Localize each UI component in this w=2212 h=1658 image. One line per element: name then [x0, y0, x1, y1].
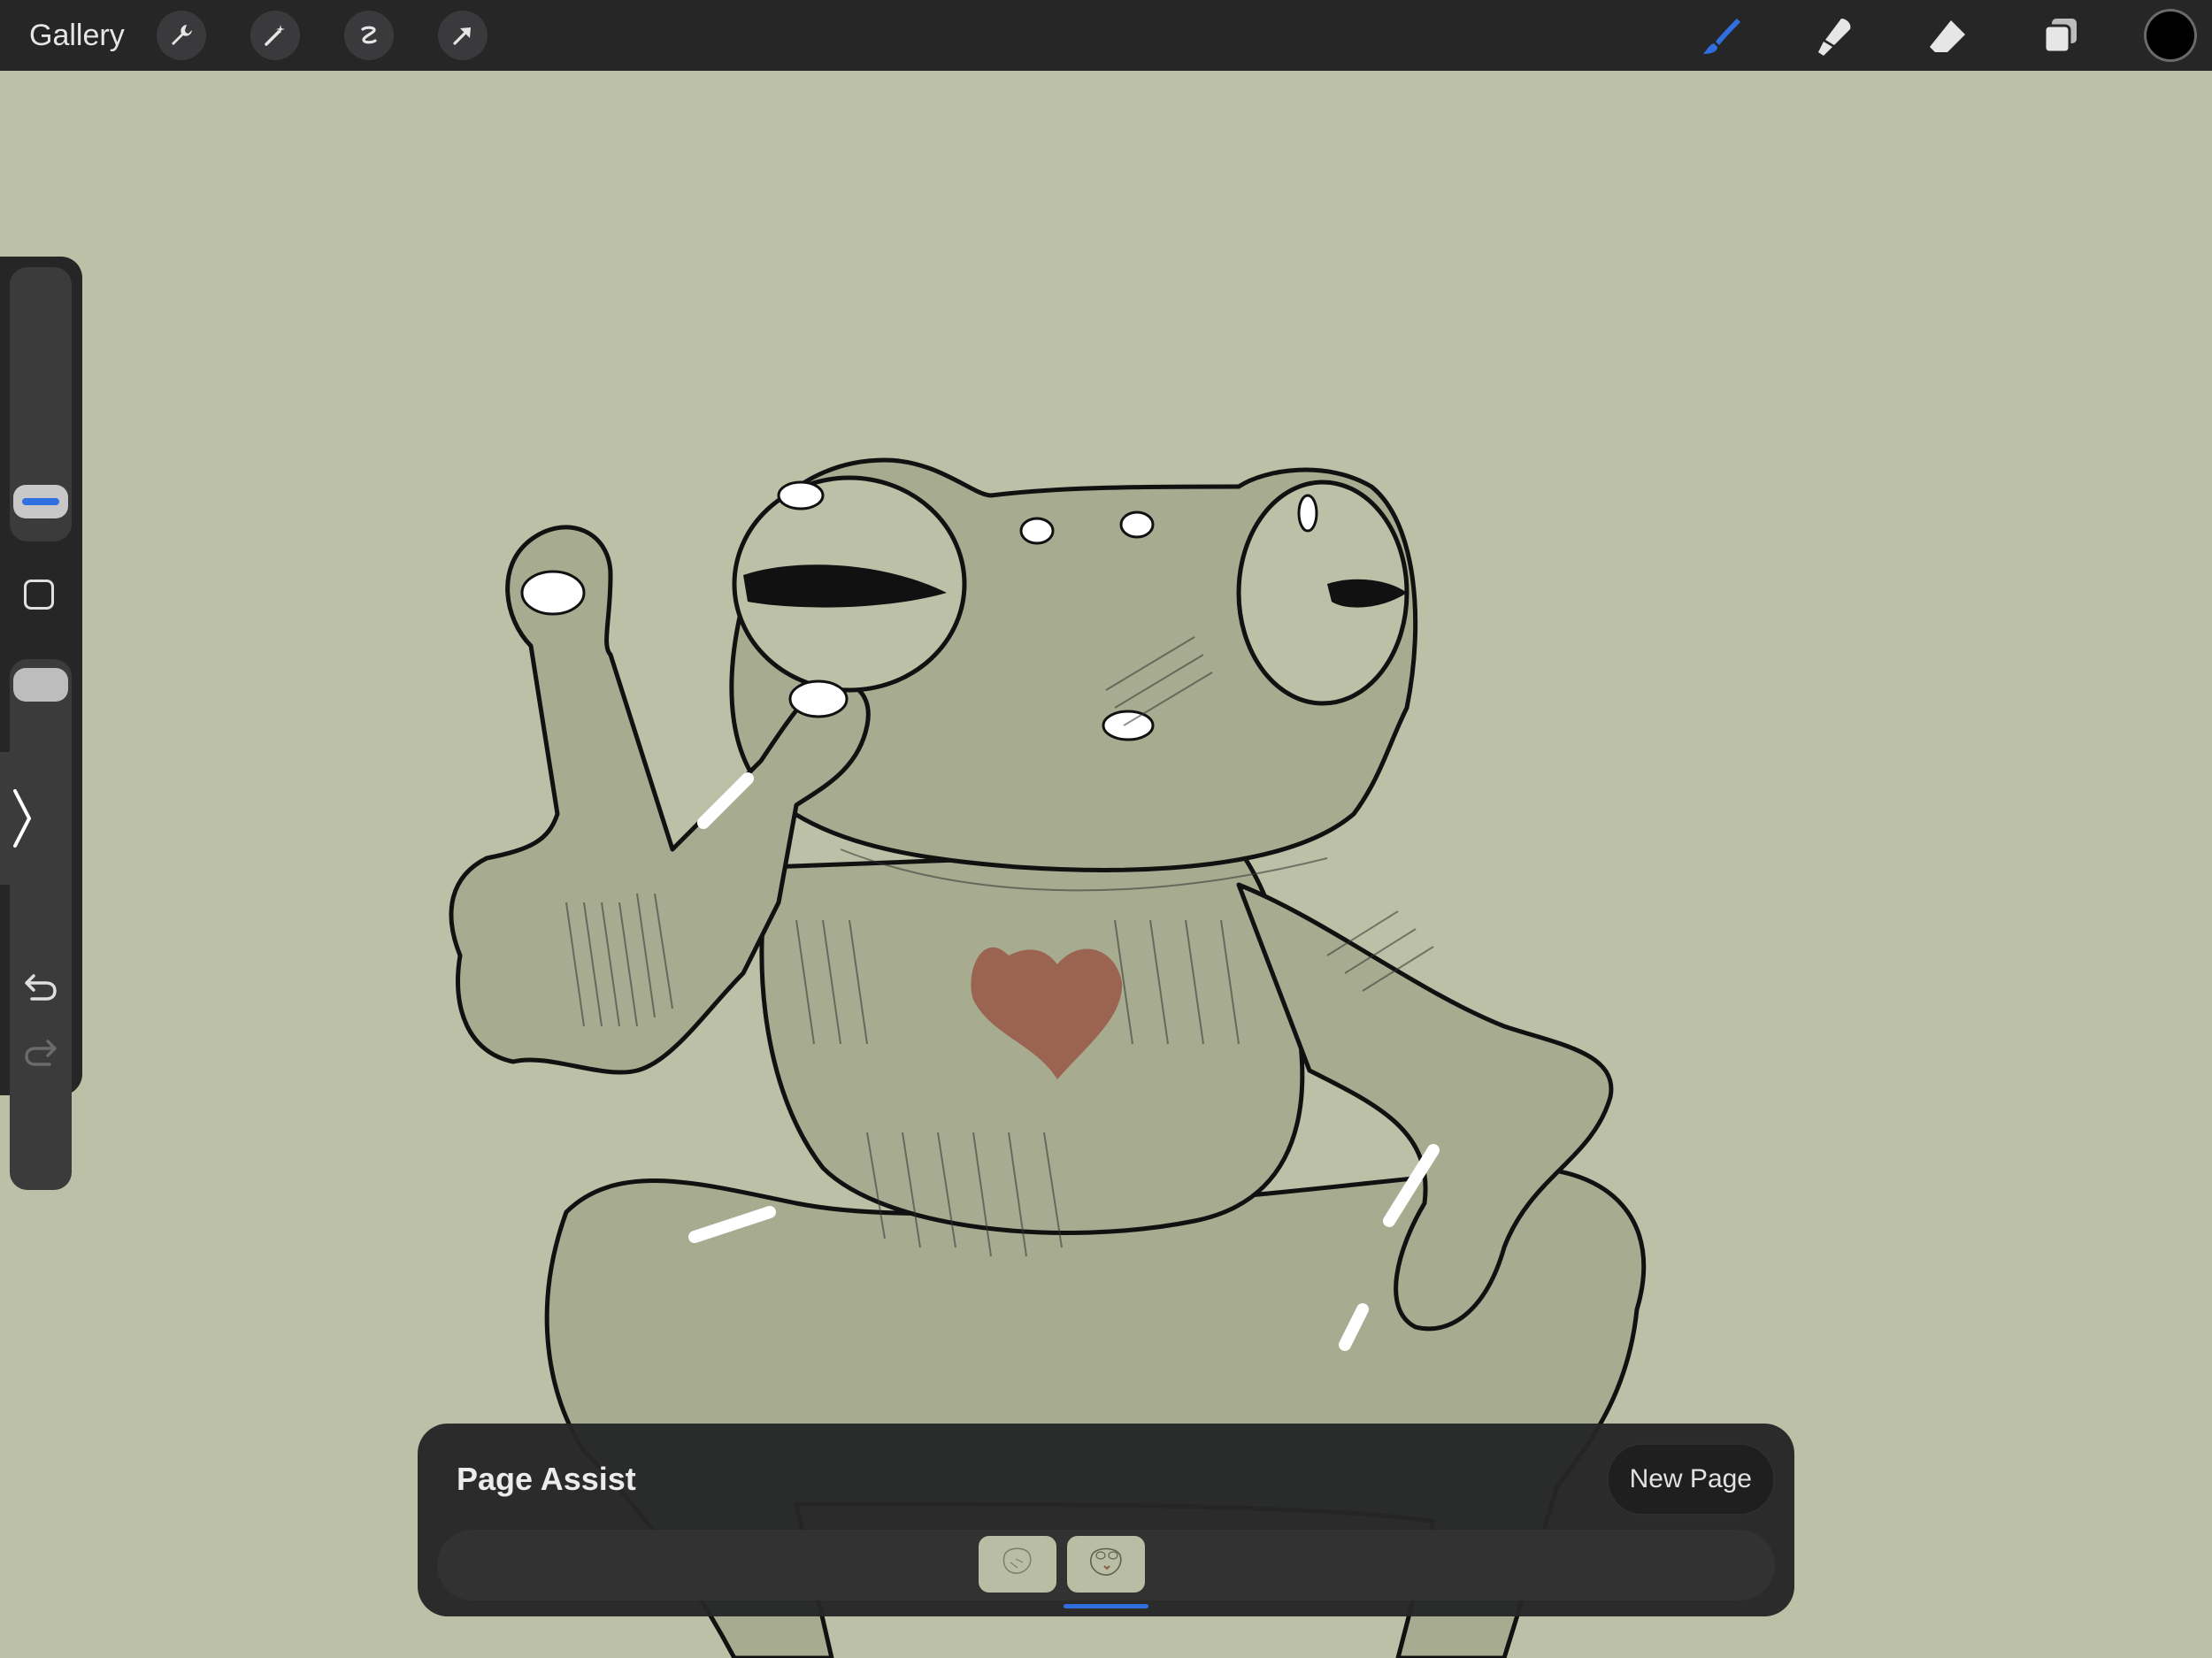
redo-button[interactable] [16, 1028, 65, 1078]
new-page-button[interactable]: New Page [1606, 1443, 1775, 1516]
layers-icon [2043, 19, 2077, 54]
selection-button[interactable] [344, 11, 394, 60]
drawing-canvas[interactable] [0, 71, 2212, 1658]
undo-icon [25, 974, 57, 1001]
brush-tool-button[interactable] [1697, 12, 1745, 60]
page-thumbnail-1[interactable] [979, 1536, 1056, 1593]
opacity-slider[interactable] [10, 659, 72, 1190]
opacity-slider-thumb[interactable] [13, 668, 68, 702]
page-thumbnail-image [1090, 1547, 1122, 1576]
selected-page-indicator [1064, 1604, 1148, 1608]
smudge-tool-button[interactable] [1810, 12, 1858, 60]
brush-size-slider[interactable] [10, 267, 72, 541]
left-sidebar [0, 257, 82, 1190]
undo-button[interactable] [16, 963, 65, 1012]
adjustments-button[interactable] [250, 11, 300, 60]
page-assist-panel: Page Assist New Page [418, 1424, 1794, 1616]
eraser-icon [1930, 20, 1965, 52]
selection-icon [361, 26, 377, 44]
page-thumbnail-2[interactable] [1067, 1536, 1145, 1593]
layers-button[interactable] [2037, 12, 2085, 60]
redo-icon [25, 1040, 57, 1066]
magic-wand-icon [265, 25, 285, 46]
transform-button[interactable] [438, 11, 488, 60]
transform-arrow-icon [453, 27, 471, 45]
color-picker-swatch[interactable] [2147, 12, 2194, 59]
page-assist-title: Page Assist [457, 1461, 636, 1497]
frog-artwork [449, 457, 1647, 1658]
modify-square-icon[interactable] [24, 580, 54, 610]
actions-button[interactable] [157, 11, 206, 60]
smudge-icon [1818, 19, 1851, 56]
chevron-right-icon [13, 789, 32, 848]
eraser-tool-button[interactable] [1924, 12, 1971, 60]
brush-size-slider-thumb[interactable] [13, 485, 68, 518]
gallery-button[interactable]: Gallery [29, 0, 125, 71]
wrench-icon [172, 25, 192, 45]
page-thumbnail-image [1002, 1547, 1032, 1574]
sidebar-toggle-button[interactable] [0, 752, 44, 885]
brush-icon [1703, 19, 1740, 54]
top-toolbar: Gallery [0, 0, 2212, 71]
